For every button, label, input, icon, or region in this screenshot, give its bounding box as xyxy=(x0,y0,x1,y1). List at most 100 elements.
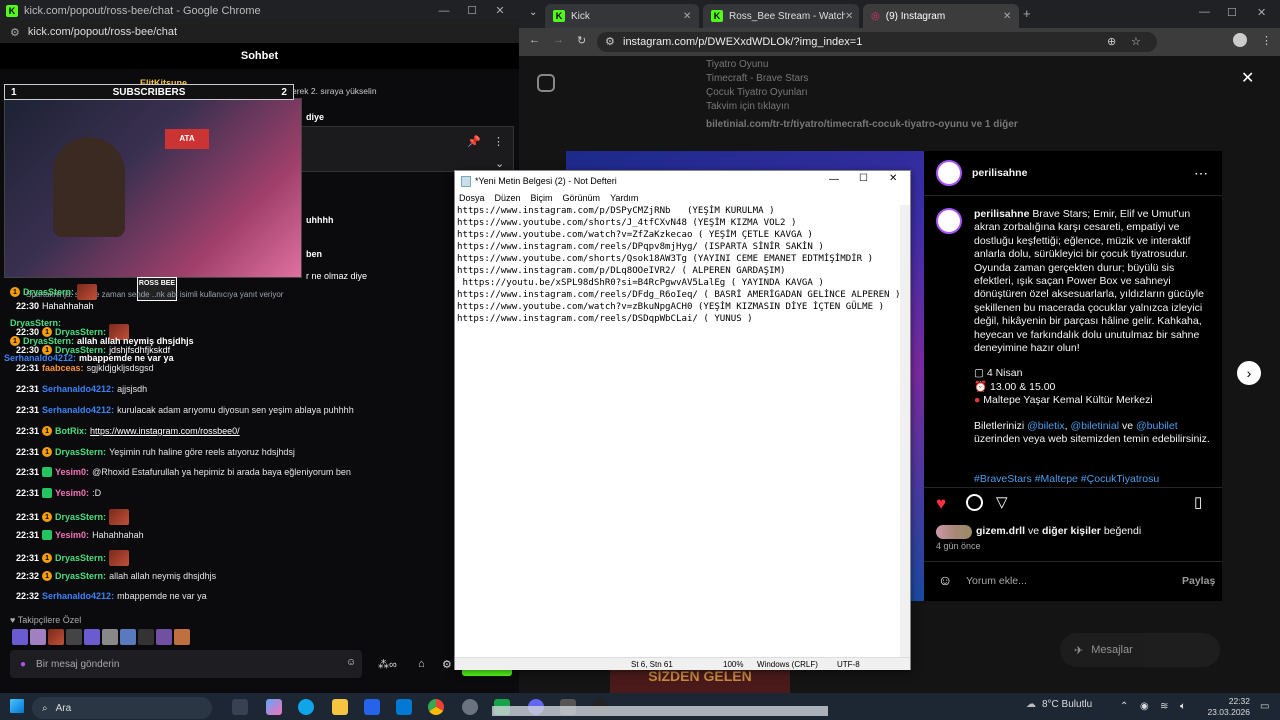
store-icon[interactable] xyxy=(396,699,412,715)
emoji-icon[interactable]: ☺ xyxy=(346,657,356,668)
chat-username[interactable]: DryasStern: xyxy=(55,571,106,581)
emote-icon[interactable] xyxy=(84,629,100,645)
notepad-scrollbar[interactable] xyxy=(900,205,910,657)
taskbar-search[interactable]: ⌕ Ara xyxy=(32,697,212,719)
menu-format[interactable]: Biçim xyxy=(531,193,553,203)
caption-avatar[interactable] xyxy=(936,208,962,234)
tab-ross-bee[interactable]: K Ross_Bee Stream - Watch Live o ✕ xyxy=(703,4,859,28)
emote-icon[interactable] xyxy=(174,629,190,645)
save-icon[interactable]: ▯ xyxy=(1194,493,1202,511)
chat-username[interactable]: BotRix: xyxy=(55,426,87,436)
edge-icon[interactable] xyxy=(298,699,314,715)
start-button[interactable] xyxy=(10,699,24,713)
notification-icon[interactable]: ▭ xyxy=(1260,701,1269,712)
chat-text[interactable]: https://www.instagram.com/rossbee0/ xyxy=(90,426,240,436)
likes-others[interactable]: diğer kişiler xyxy=(1042,525,1101,537)
chat-username[interactable]: faabceas: xyxy=(42,363,84,373)
close-button[interactable]: ✕ xyxy=(486,0,514,21)
emote-icon[interactable] xyxy=(66,629,82,645)
biletix-link[interactable]: @biletix xyxy=(1027,420,1065,432)
chat-username[interactable]: Yesim0: xyxy=(55,530,89,540)
post-options-icon[interactable]: ⋯ xyxy=(1194,165,1208,182)
chat-url-bar[interactable]: ⚙ kick.com/popout/ross-bee/chat xyxy=(0,21,519,43)
store-icon[interactable]: ⌂ xyxy=(418,658,425,670)
menu-help[interactable]: Yardım xyxy=(610,193,638,203)
close-button[interactable]: ✕ xyxy=(889,173,897,184)
emote-icon[interactable] xyxy=(48,629,64,645)
caption-username[interactable]: perilisahne xyxy=(974,208,1029,220)
emoji-icon[interactable]: ☺ xyxy=(938,572,952,588)
account-name[interactable]: perilisahne xyxy=(972,167,1027,180)
emote-icon[interactable] xyxy=(138,629,154,645)
pin-icon[interactable]: 📌 xyxy=(467,135,481,148)
comment-icon[interactable] xyxy=(966,494,983,511)
forward-icon[interactable]: → xyxy=(553,34,564,46)
hashtags[interactable]: #BraveStars #Maltepe #ÇocukTiyatrosu xyxy=(974,473,1159,486)
tab-instagram[interactable]: ◎ (9) Instagram ✕ xyxy=(863,4,1019,28)
chat-username[interactable]: Yesim0: xyxy=(55,488,89,498)
site-info-icon[interactable]: ⚙ xyxy=(605,35,615,48)
notepad-titlebar[interactable]: *Yeni Metin Belgesi (2) - Not Defteri — … xyxy=(455,171,910,191)
chevron-down-icon[interactable]: ⌄ xyxy=(495,157,504,170)
menu-view[interactable]: Görünüm xyxy=(563,193,601,203)
bubilet-link[interactable]: @bubilet xyxy=(1136,420,1178,432)
maximize-button[interactable]: ☐ xyxy=(859,173,868,184)
maximize-button[interactable]: ☐ xyxy=(458,0,486,21)
volume-icon[interactable]: 🔈︎ xyxy=(1180,701,1186,712)
chat-username[interactable]: Yesim0: xyxy=(55,467,89,477)
tab-close-icon[interactable]: ✕ xyxy=(845,11,853,22)
emote-icon[interactable] xyxy=(12,629,28,645)
comment-input[interactable]: Yorum ekle... xyxy=(966,575,1027,587)
close-post-icon[interactable]: ✕ xyxy=(1241,68,1254,88)
liker-username[interactable]: gizem.drll xyxy=(976,525,1025,537)
chat-username[interactable]: DryasStern: xyxy=(55,512,106,522)
weather-widget[interactable]: ☁ 8°C Bulutlu xyxy=(1026,699,1092,710)
back-icon[interactable]: ← xyxy=(529,34,540,46)
minimize-button[interactable]: — xyxy=(829,174,839,185)
minimize-button[interactable]: — xyxy=(1199,6,1210,18)
tab-close-icon[interactable]: ✕ xyxy=(1003,11,1011,22)
share-comment-button[interactable]: Paylaş xyxy=(1182,575,1215,587)
task-view-icon[interactable] xyxy=(232,699,248,715)
new-tab-button[interactable]: + xyxy=(1023,6,1031,21)
chat-username[interactable]: DryasStern: xyxy=(23,287,74,297)
profile-avatar[interactable] xyxy=(1233,33,1247,47)
account-avatar[interactable] xyxy=(936,160,962,186)
more-icon[interactable]: ⋮ xyxy=(493,135,504,148)
messages-button[interactable]: ✈ Mesajlar xyxy=(1060,633,1220,667)
address-bar[interactable]: ⚙ instagram.com/p/DWEXxdWDLOk/?img_index… xyxy=(597,32,1157,52)
tab-search-icon[interactable]: ⌄ xyxy=(529,7,537,18)
mic-icon[interactable]: ● xyxy=(20,659,26,670)
chat-username[interactable]: DryasStern: xyxy=(55,447,106,457)
minimize-button[interactable]: — xyxy=(430,0,458,21)
clock[interactable]: 22:32 23.03.2026 xyxy=(1204,696,1250,718)
copilot-icon[interactable] xyxy=(266,699,282,715)
outlook-icon[interactable] xyxy=(364,699,380,715)
chat-username[interactable]: DryasStern: xyxy=(55,553,106,563)
menu-edit[interactable]: Düzen xyxy=(495,193,521,203)
chrome-icon[interactable] xyxy=(428,699,444,715)
settings-icon[interactable]: ⚙ xyxy=(442,658,452,671)
emote-icon[interactable] xyxy=(120,629,136,645)
maximize-button[interactable]: ☐ xyxy=(1227,6,1237,19)
zoom-icon[interactable]: ⊕ xyxy=(1107,35,1116,48)
chat-username[interactable]: Serhanaldo4212: xyxy=(42,405,114,415)
reload-icon[interactable]: ↻ xyxy=(577,34,586,47)
site-info-icon[interactable]: ⚙ xyxy=(10,26,20,39)
wifi-icon[interactable]: ≋ xyxy=(1160,701,1168,712)
share-icon[interactable]: ▽ xyxy=(996,493,1008,511)
biletinial-link[interactable]: @biletinial xyxy=(1070,420,1119,432)
like-heart-icon[interactable]: ♥ xyxy=(936,494,946,514)
app-icon[interactable] xyxy=(462,699,478,715)
menu-file[interactable]: Dosya xyxy=(459,193,485,203)
next-image-button[interactable]: › xyxy=(1237,361,1261,385)
emote-icon[interactable] xyxy=(30,629,46,645)
gift-icon[interactable]: ⁂∞ xyxy=(378,658,397,671)
instagram-logo-icon[interactable] xyxy=(537,74,555,92)
bookmark-icon[interactable]: ☆ xyxy=(1131,35,1141,48)
tab-kick[interactable]: K Kick ✕ xyxy=(545,4,699,28)
tab-close-icon[interactable]: ✕ xyxy=(683,11,691,22)
notepad-text-area[interactable]: https://www.instagram.com/p/DSPyCMZjRNb … xyxy=(457,205,900,658)
likes-text[interactable]: gizem.drll ve diğer kişiler beğendi xyxy=(976,525,1141,538)
chat-username[interactable]: Serhanaldo4212: xyxy=(42,591,114,601)
